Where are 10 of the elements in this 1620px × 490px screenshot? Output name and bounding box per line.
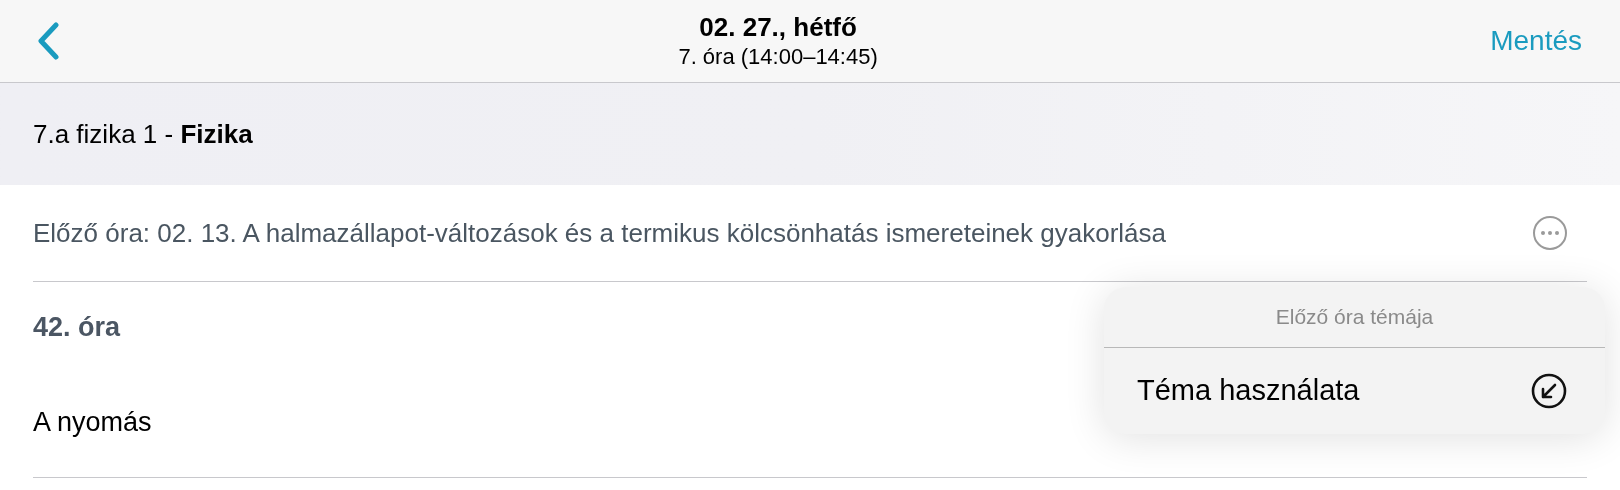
previous-lesson-text: Előző óra: 02. 13. A halmazállapot-változások és a termikus kölcsönhatás ismereteinek gyakorlása: [33, 216, 1167, 250]
nav-title: 02. 27., hétfő: [699, 11, 857, 43]
lesson-topic: A nyomás: [33, 405, 152, 439]
menu-item[interactable]: Téma használata: [1104, 348, 1605, 434]
more-icon[interactable]: [1533, 216, 1567, 250]
subject-label: 7.a fizika 1 - Fizika: [33, 117, 253, 151]
menu-title: Előző óra témája: [1275, 304, 1434, 331]
nav-subtitle: 7. óra (14:00–14:45): [678, 43, 878, 71]
arrow-down-left-circle-icon: [1531, 373, 1567, 409]
lesson-number: 42. óra: [33, 310, 121, 344]
